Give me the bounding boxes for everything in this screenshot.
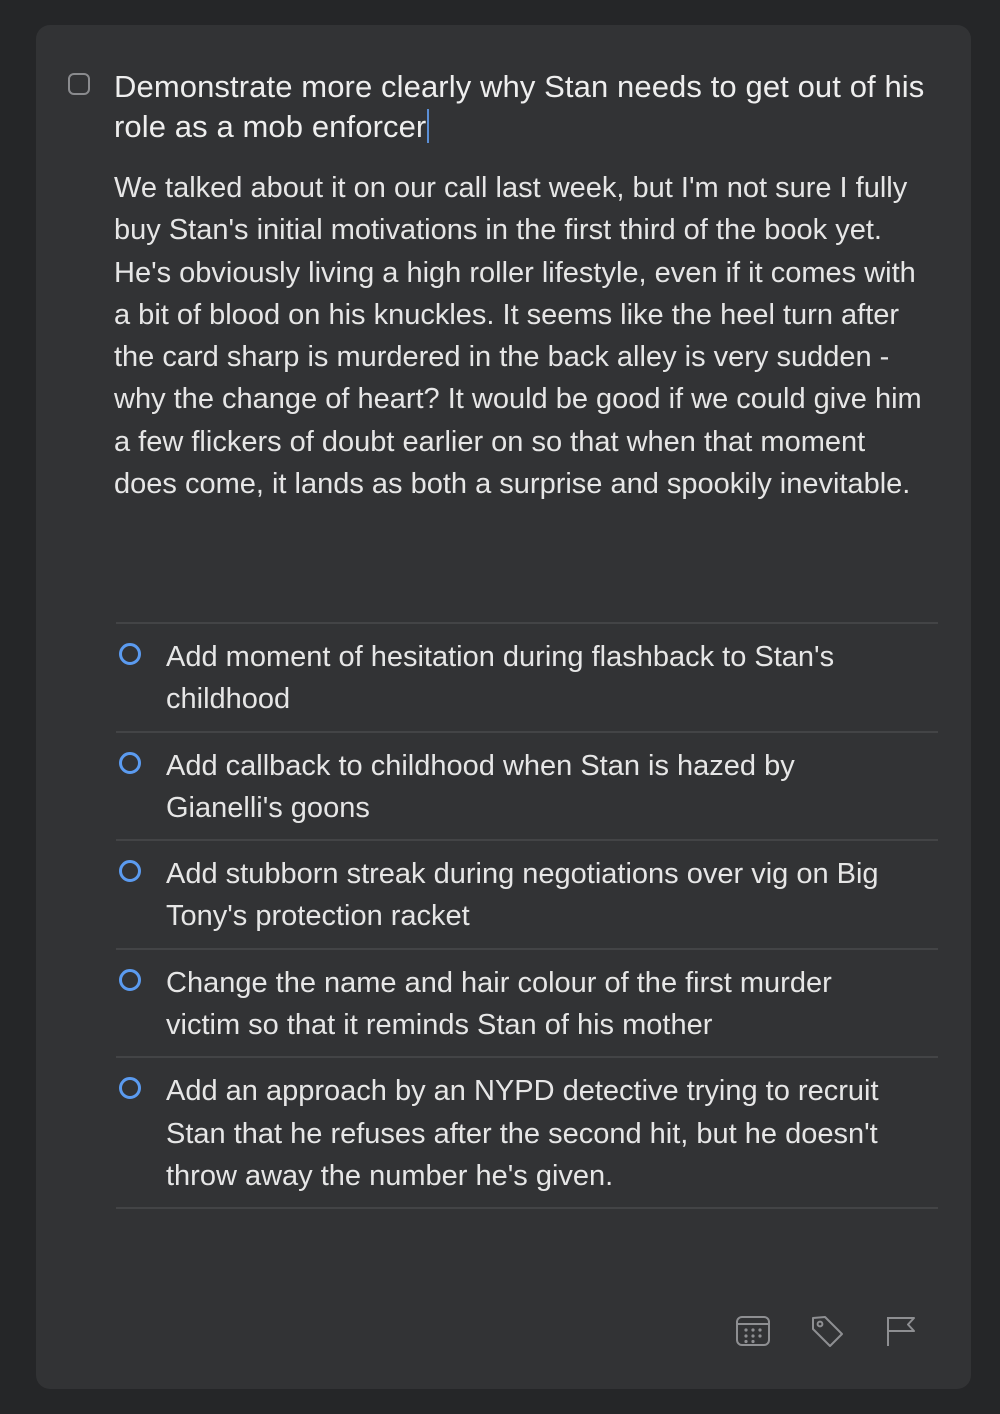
checklist-circle-icon[interactable]: [119, 860, 141, 883]
task-toolbar: [735, 1313, 919, 1349]
checklist-circle-icon[interactable]: [119, 968, 141, 991]
tag-icon[interactable]: [809, 1313, 845, 1349]
task-title[interactable]: Demonstrate more clearly why Stan needs …: [114, 67, 934, 147]
task-complete-checkbox[interactable]: [68, 73, 90, 95]
checklist-item-label[interactable]: Add an approach by an NYPD detective try…: [166, 1070, 886, 1197]
checklist-circle-icon[interactable]: [119, 1077, 141, 1100]
checklist-item[interactable]: Add moment of hesitation during flashbac…: [116, 624, 938, 733]
task-notes[interactable]: We talked about it on our call last week…: [114, 167, 934, 505]
checklist-item[interactable]: Add stubborn streak during negotiations …: [116, 841, 938, 950]
text-cursor: [427, 109, 430, 143]
checklist-item[interactable]: Add callback to childhood when Stan is h…: [116, 733, 938, 842]
checklist-item[interactable]: Change the name and hair colour of the f…: [116, 950, 938, 1059]
task-title-text: Demonstrate more clearly why Stan needs …: [114, 69, 925, 144]
calendar-icon[interactable]: [735, 1313, 771, 1349]
checklist-item[interactable]: Add an approach by an NYPD detective try…: [116, 1058, 938, 1210]
checklist-circle-icon[interactable]: [119, 751, 141, 774]
flag-icon[interactable]: [883, 1313, 919, 1349]
checklist: Add moment of hesitation during flashbac…: [116, 622, 938, 1210]
checklist-circle-icon[interactable]: [119, 643, 141, 665]
checklist-item-label[interactable]: Change the name and hair colour of the f…: [166, 962, 886, 1047]
checklist-item-label[interactable]: Add callback to childhood when Stan is h…: [166, 745, 886, 830]
checklist-item-label[interactable]: Add stubborn streak during negotiations …: [166, 853, 886, 938]
task-card: Demonstrate more clearly why Stan needs …: [36, 25, 971, 1389]
checklist-item-label[interactable]: Add moment of hesitation during flashbac…: [166, 636, 886, 721]
